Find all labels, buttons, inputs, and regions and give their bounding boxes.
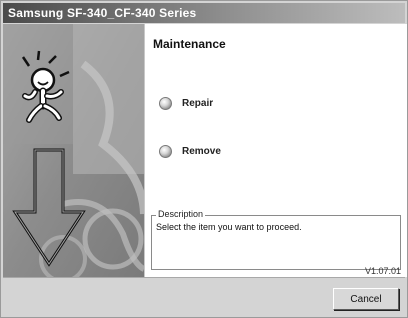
description-text: Select the item you want to proceed. — [156, 222, 302, 232]
radio-button-icon[interactable] — [159, 144, 172, 158]
button-bar: Cancel — [3, 277, 405, 317]
content-panel: Maintenance Repair Remove Description Se… — [144, 24, 407, 277]
remove-option[interactable]: Remove — [159, 142, 221, 160]
cancel-button[interactable]: Cancel — [333, 288, 399, 310]
radio-button-icon[interactable] — [159, 96, 172, 110]
title-bar[interactable]: Samsung SF-340_CF-340 Series — [3, 3, 405, 23]
description-group: Description Select the item you want to … — [151, 209, 401, 270]
description-legend: Description — [156, 209, 206, 219]
repair-option-label[interactable]: Repair — [182, 98, 213, 109]
page-title: Maintenance — [153, 37, 226, 51]
version-label: V1.07.01 — [364, 266, 401, 276]
repair-option[interactable]: Repair — [159, 94, 213, 112]
installer-window: Samsung SF-340_CF-340 Series Maintenance… — [0, 0, 408, 318]
window-title: Samsung SF-340_CF-340 Series — [8, 6, 197, 20]
side-illustration-graphic — [3, 24, 144, 277]
remove-option-label[interactable]: Remove — [182, 146, 221, 157]
side-illustration — [3, 24, 144, 277]
